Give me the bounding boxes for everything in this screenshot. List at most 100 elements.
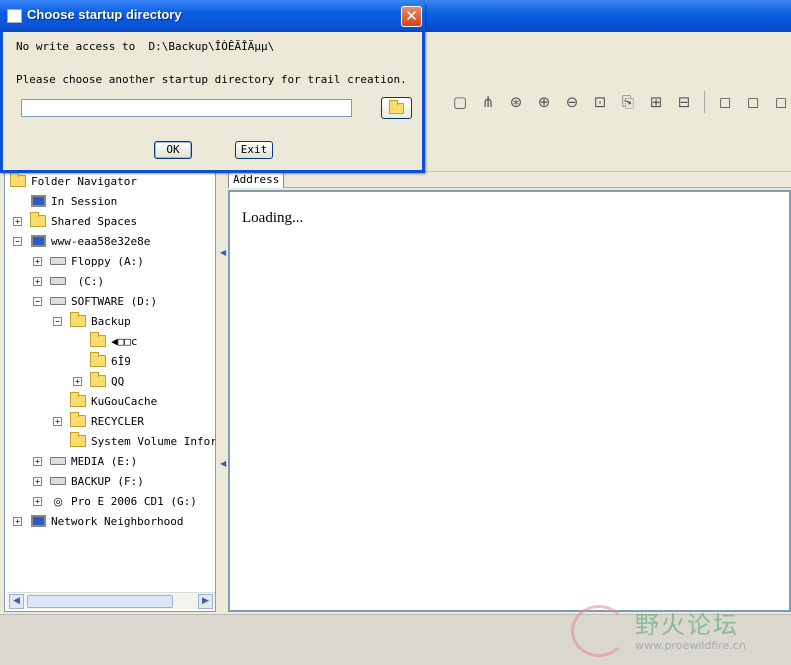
scroll-left-icon[interactable]: ◀ — [9, 594, 24, 609]
collapse-left-icon[interactable]: ◀ — [220, 459, 226, 468]
close-icon[interactable]: ✕ — [401, 6, 422, 27]
folder-navigator-icon — [9, 173, 27, 189]
watermark-url: www.proewildfire.cn — [635, 639, 746, 652]
tree-item-label: Backup — [91, 314, 131, 328]
tree-item-label: RECYCLER — [91, 414, 144, 428]
expand-toggle[interactable]: + — [33, 457, 42, 466]
floppy-drive-icon — [49, 253, 67, 269]
expand-toggle[interactable]: + — [13, 517, 22, 526]
expand-toggle[interactable]: + — [33, 497, 42, 506]
horizontal-scrollbar[interactable]: ◀ ▶ — [7, 592, 215, 609]
refit-icon[interactable]: ⊡ — [588, 90, 612, 114]
folder-icon — [69, 312, 87, 329]
drive-icon — [49, 293, 67, 309]
tree-item-label: 6Î9 — [111, 354, 131, 368]
view-tool-icon[interactable]: ▢ — [448, 90, 472, 114]
tree-item-floppy[interactable]: Floppy (A:) — [49, 251, 144, 271]
folder-icon — [69, 412, 87, 429]
repaint-icon[interactable]: ⎘ — [616, 90, 640, 114]
orient-tool-icon[interactable]: ⊛ — [504, 90, 528, 114]
zoom-out-icon[interactable]: ⊖ — [560, 90, 584, 114]
window-icon — [7, 9, 22, 23]
tree-item-shared-spaces[interactable]: Shared Spaces — [29, 211, 137, 231]
tree-item-label: BACKUP (F:) — [71, 474, 144, 488]
collapse-toggle[interactable]: − — [33, 297, 42, 306]
browse-button[interactable] — [381, 97, 412, 119]
computer-icon — [29, 233, 47, 249]
tree-item-in-session[interactable]: In Session — [29, 191, 117, 211]
folder-icon — [89, 372, 107, 389]
tree-item-backup[interactable]: Backup — [69, 311, 131, 331]
exit-button[interactable]: Exit — [235, 141, 273, 159]
no-access-message: No write access to D:\Backup\ÎÒÊÃÎÃµµ\ — [16, 40, 275, 53]
folder-icon — [89, 332, 107, 349]
tree-item-label: (C:) — [71, 274, 105, 288]
tree-item-label: QQ — [111, 374, 125, 388]
collapse-toggle[interactable]: − — [53, 317, 62, 326]
directory-input[interactable] — [21, 99, 352, 117]
saved-views-icon[interactable]: ⊟ — [672, 90, 696, 114]
in-session-icon — [29, 193, 47, 209]
watermark-icon — [571, 605, 627, 657]
expand-toggle[interactable]: + — [13, 217, 22, 226]
tree-item-label: System Volume Inform — [91, 434, 215, 448]
address-bar: Address — [228, 172, 791, 188]
expand-toggle[interactable]: + — [33, 257, 42, 266]
tree-item-subfolder[interactable]: ◀□□c — [89, 331, 138, 351]
expand-toggle[interactable]: + — [53, 417, 62, 426]
no-hidden-icon[interactable]: ◻ — [769, 90, 791, 114]
startup-directory-dialog: Choose startup directory ✕ No write acce… — [0, 0, 425, 173]
collapse-left-icon[interactable]: ◀ — [220, 248, 226, 257]
folder-icon — [89, 352, 107, 369]
tree-item-drive-g[interactable]: ◎ Pro E 2006 CD1 (G:) — [49, 491, 197, 511]
spin-center-icon[interactable]: ⊞ — [644, 90, 668, 114]
tree-item-recycler[interactable]: RECYCLER — [69, 411, 144, 431]
collapse-toggle[interactable]: − — [13, 237, 22, 246]
tree-item-folder-navigator[interactable]: Folder Navigator — [9, 173, 137, 191]
tree-item-label: Floppy (A:) — [71, 254, 144, 268]
tree-item-label: Shared Spaces — [51, 214, 138, 228]
tree-item-drive-d[interactable]: SOFTWARE (D:) — [49, 291, 157, 311]
folder-icon — [69, 392, 87, 409]
view-toolbar: ▢ ⋔ ⊛ ⊕ ⊖ ⊡ ⎘ ⊞ ⊟ ◻ ◻ ◻ — [448, 89, 791, 115]
loading-text: Loading... — [242, 210, 304, 226]
pane-splitter[interactable]: ◀ ◀ — [218, 172, 228, 612]
hidden-line-icon[interactable]: ◻ — [741, 90, 765, 114]
watermark-text: 野火论坛 — [635, 611, 739, 639]
tree-item-label: www-eaa58e32e8e — [51, 234, 151, 248]
tree-item-drive-c[interactable]: (C:) — [49, 271, 104, 291]
toolbar-separator — [704, 91, 705, 113]
expand-toggle[interactable]: + — [33, 477, 42, 486]
dialog-title-bar[interactable]: Choose startup directory ✕ — [0, 0, 425, 32]
browser-pane: Loading... — [228, 190, 791, 612]
tree-item-network[interactable]: Network Neighborhood — [29, 511, 183, 531]
tree-item-system-volume[interactable]: System Volume Inform — [69, 431, 215, 451]
shared-spaces-icon — [29, 212, 47, 229]
zoom-in-icon[interactable]: ⊕ — [532, 90, 556, 114]
address-label[interactable]: Address — [228, 172, 285, 188]
wireframe-icon[interactable]: ◻ — [713, 90, 737, 114]
scroll-thumb[interactable] — [27, 595, 173, 608]
tree-item-subfolder[interactable]: 6Î9 — [89, 351, 131, 371]
tree-item-qq[interactable]: QQ — [89, 371, 124, 391]
choose-directory-message: Please choose another startup directory … — [16, 73, 407, 86]
expand-toggle[interactable]: + — [33, 277, 42, 286]
open-folder-icon — [389, 99, 404, 114]
drive-icon — [49, 473, 67, 489]
folder-tree: Folder Navigator In Session + Shared Spa… — [7, 173, 215, 593]
tree-item-label: KuGouCache — [91, 394, 158, 408]
tree-item-label: Folder Navigator — [31, 174, 137, 188]
tree-item-label: Pro E 2006 CD1 (G:) — [71, 494, 197, 508]
folder-icon — [69, 432, 87, 449]
expand-toggle[interactable]: + — [73, 377, 82, 386]
drive-icon — [49, 273, 67, 289]
tree-item-computer[interactable]: www-eaa58e32e8e — [29, 231, 150, 251]
tree-item-drive-f[interactable]: BACKUP (F:) — [49, 471, 144, 491]
watermark-logo: 野火论坛 www.proewildfire.cn — [569, 603, 783, 661]
tree-item-drive-e[interactable]: MEDIA (E:) — [49, 451, 137, 471]
tree-item-kugoucache[interactable]: KuGouCache — [69, 391, 157, 411]
scroll-right-icon[interactable]: ▶ — [198, 594, 213, 609]
ok-button[interactable]: OK — [154, 141, 192, 159]
datum-tool-icon[interactable]: ⋔ — [476, 90, 500, 114]
tree-item-label: In Session — [51, 194, 118, 208]
